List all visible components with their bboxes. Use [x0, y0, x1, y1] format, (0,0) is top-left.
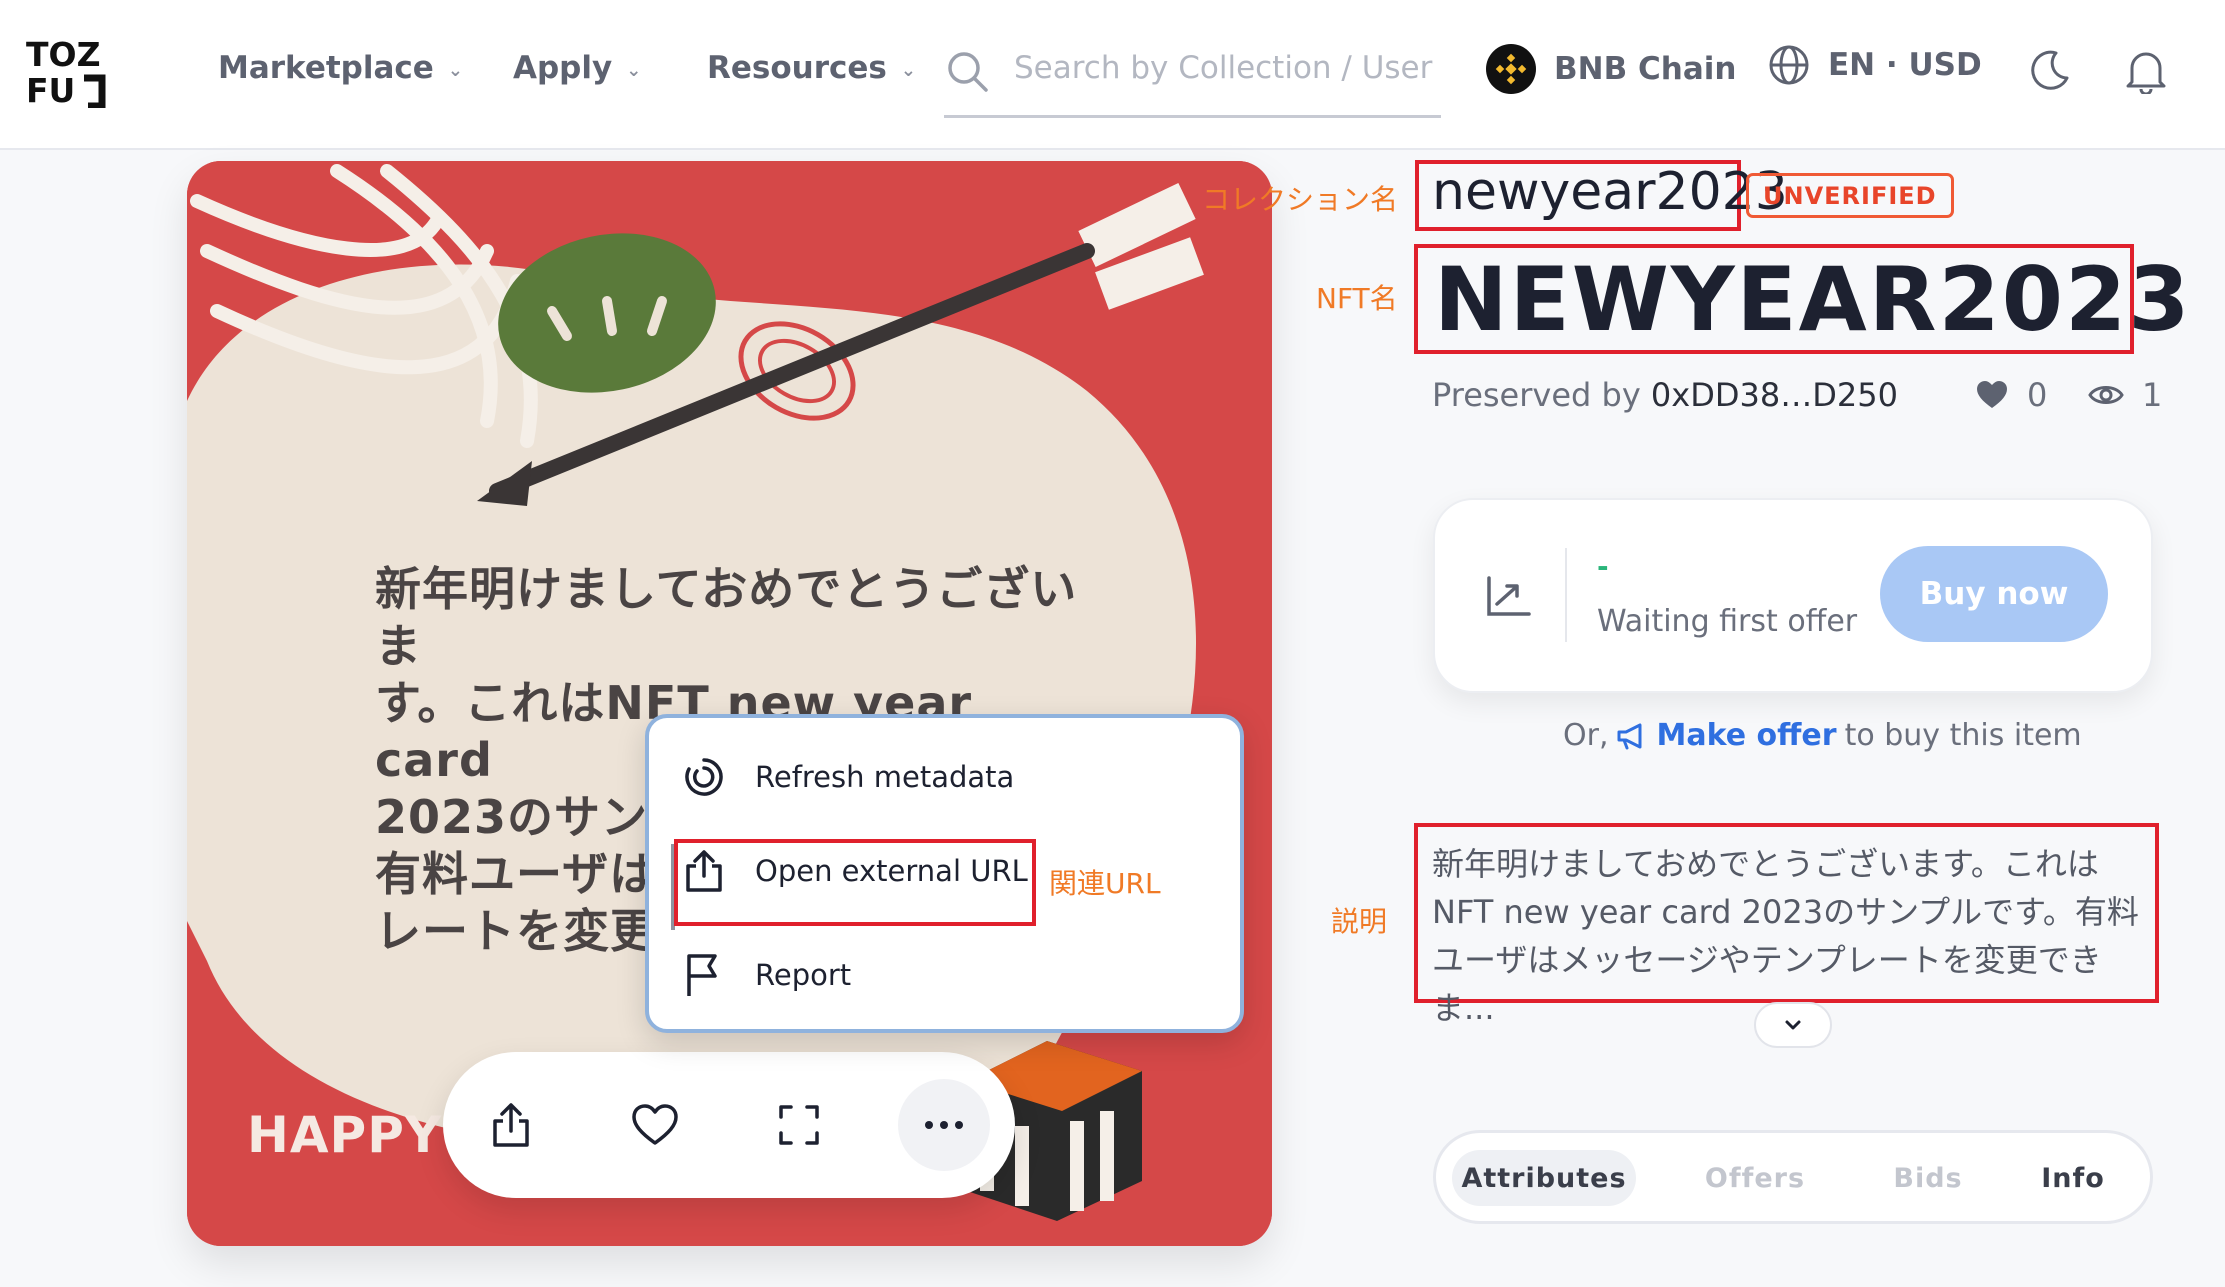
menu-item-report[interactable]: Report — [683, 952, 851, 998]
annotation-collection: コレクション名 — [1202, 183, 1399, 216]
share-icon — [493, 1103, 529, 1147]
chain-selector[interactable]: BNB Chain — [1486, 44, 1736, 94]
offer-divider — [1565, 548, 1567, 642]
search-bar — [944, 40, 1441, 118]
offer-status: Waiting first offer — [1597, 604, 1858, 639]
globe-icon — [1769, 45, 1809, 85]
expand-icon — [779, 1105, 819, 1145]
nav-resources-label: Resources — [707, 50, 887, 86]
language-currency-selector[interactable]: EN · USD — [1768, 44, 1982, 86]
eye-icon — [2088, 386, 2124, 404]
heart-icon — [1977, 381, 2007, 408]
bell-icon — [2126, 52, 2166, 96]
tozfu-logo[interactable]: TOZ FU — [26, 34, 106, 110]
top-header: TOZ FU Marketplace ⌄ Apply ⌄ Resources ⌄ — [0, 0, 2225, 150]
buy-now-button[interactable]: Buy now — [1880, 546, 2108, 642]
tab-offers[interactable]: Offers — [1670, 1150, 1840, 1206]
moon-icon — [2031, 50, 2069, 90]
views-count: 1 — [2088, 376, 2162, 414]
chain-label: BNB Chain — [1554, 51, 1737, 87]
search-input[interactable] — [1014, 50, 1434, 86]
likes-value: 0 — [2027, 376, 2048, 414]
chevron-down-icon — [1785, 1020, 1801, 1030]
menu-item-refresh-metadata[interactable]: Refresh metadata — [683, 756, 1014, 798]
expand-description-button[interactable] — [1754, 1002, 1832, 1048]
make-offer-link[interactable]: Make offer — [1616, 718, 1837, 753]
unverified-badge: UNVERIFIED — [1746, 173, 1954, 218]
refresh-icon — [685, 758, 723, 796]
chevron-down-icon: ⌄ — [626, 59, 642, 81]
more-options-button[interactable] — [898, 1079, 990, 1171]
dark-mode-toggle[interactable] — [2028, 48, 2072, 96]
megaphone-icon — [1617, 723, 1642, 749]
share-button[interactable] — [473, 1087, 549, 1163]
make-offer-line: Or, Make offer to buy this item — [1563, 718, 2082, 753]
nav-marketplace[interactable]: Marketplace ⌄ — [218, 50, 463, 86]
or-text: Or, — [1563, 718, 1609, 753]
detail-tabs: Attributes Offers Bids Info — [1433, 1130, 2153, 1224]
heart-icon — [632, 1104, 678, 1145]
favorite-button[interactable] — [617, 1087, 693, 1163]
bnb-icon — [1486, 44, 1536, 94]
to-buy-text: to buy this item — [1844, 718, 2082, 753]
make-offer-label: Make offer — [1656, 718, 1837, 753]
tab-bids[interactable]: Bids — [1858, 1150, 1998, 1206]
nft-action-toolbar — [443, 1052, 1015, 1198]
current-price: - — [1597, 550, 1609, 583]
annotation-url: 関連URL — [1049, 867, 1161, 900]
menu-report-label: Report — [755, 958, 852, 992]
preserved-by: Preserved by 0xDD38…D250 — [1432, 376, 1898, 414]
nav-apply[interactable]: Apply ⌄ — [513, 50, 641, 86]
annotation-nft: NFT名 — [1316, 282, 1398, 315]
fullscreen-button[interactable] — [761, 1087, 837, 1163]
views-value: 1 — [2142, 376, 2163, 414]
likes-count: 0 — [1975, 376, 2047, 414]
owner-address-link[interactable]: 0xDD38…D250 — [1651, 376, 1898, 414]
logo-text-top: TOZ — [26, 35, 101, 74]
chevron-down-icon: ⌄ — [447, 59, 463, 81]
tab-attributes[interactable]: Attributes — [1452, 1150, 1636, 1206]
collection-name-link[interactable]: newyear2023 — [1432, 162, 1788, 222]
lang-label: EN · USD — [1828, 47, 1982, 83]
nav-apply-label: Apply — [513, 50, 613, 86]
chevron-down-icon: ⌄ — [900, 59, 916, 81]
more-horizontal-icon — [925, 1121, 963, 1129]
annotation-description: 説明 — [1331, 905, 1388, 938]
price-offer-card: - Waiting first offer Buy now — [1433, 498, 2153, 693]
notifications-button[interactable] — [2124, 48, 2168, 98]
menu-refresh-label: Refresh metadata — [755, 760, 1015, 794]
nav-marketplace-label: Marketplace — [218, 50, 434, 86]
price-chart-icon — [1487, 576, 1531, 616]
nft-title: NEWYEAR2023 — [1434, 248, 2192, 351]
flag-icon — [687, 954, 717, 996]
logo-text-bottom: FU — [26, 71, 75, 108]
tab-info[interactable]: Info — [2008, 1150, 2138, 1206]
search-icon — [948, 52, 988, 92]
highlight-open-url — [674, 839, 1036, 926]
nav-resources[interactable]: Resources ⌄ — [707, 50, 916, 86]
preserved-label: Preserved by — [1432, 376, 1641, 414]
